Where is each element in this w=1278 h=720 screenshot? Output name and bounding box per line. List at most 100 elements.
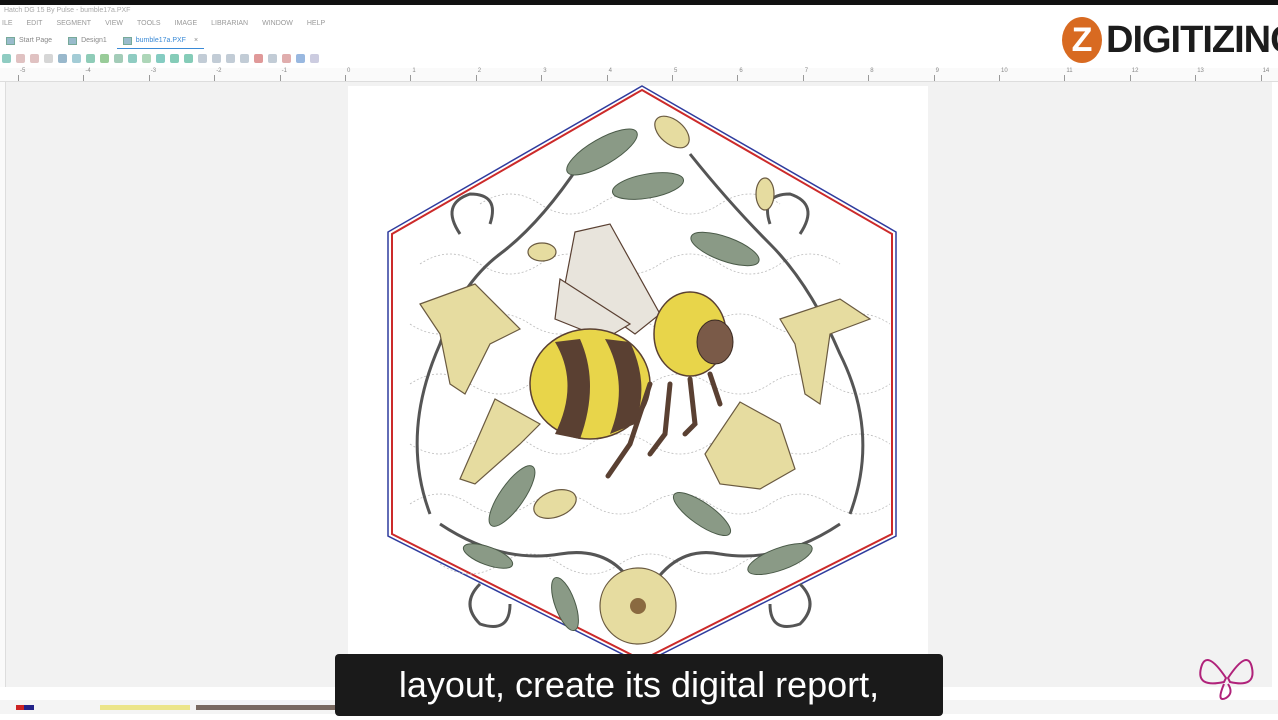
stitch-tool-icon[interactable] <box>240 53 249 63</box>
ruler-label: 7 <box>804 68 809 74</box>
menu-segment[interactable]: SEGMENT <box>56 17 91 31</box>
ruler-label: 8 <box>870 68 874 74</box>
color-swatch-blue[interactable] <box>24 705 34 710</box>
ruler-tick <box>214 75 216 81</box>
grid-icon[interactable] <box>86 53 95 63</box>
ruler-tick <box>279 75 281 81</box>
grid-icon[interactable] <box>296 53 305 63</box>
select-tool-icon[interactable] <box>2 53 11 63</box>
tab-label: Design1 <box>81 37 107 44</box>
menu-file[interactable]: ILE <box>2 17 13 31</box>
ruler-tick <box>83 75 85 81</box>
pointer-icon[interactable] <box>30 53 39 63</box>
ruler-label: 11 <box>1066 68 1073 74</box>
document-icon <box>68 37 78 45</box>
menu-view[interactable]: VIEW <box>105 17 123 31</box>
ruler-tick <box>672 75 673 81</box>
pointer-icon[interactable] <box>16 53 25 63</box>
ruler-tick <box>148 75 150 81</box>
ruler-tick <box>737 75 739 81</box>
ruler-tick <box>1129 75 1131 81</box>
menu-edit[interactable]: EDIT <box>27 17 43 31</box>
ruler-tick <box>1064 75 1066 81</box>
toolbar <box>0 51 319 65</box>
ruler-label: 14 <box>1262 68 1270 74</box>
bee <box>529 223 734 479</box>
document-tabs: Start Page Design1 bumble17a.PXF × <box>0 33 205 49</box>
tab-label: Start Page <box>19 37 53 44</box>
ruler-label: 9 <box>935 68 939 74</box>
butterfly-icon <box>1199 659 1254 700</box>
ruler-label: 2 <box>477 68 482 74</box>
ruler-tick <box>933 75 935 81</box>
menu-tools[interactable]: TOOLS <box>137 17 161 31</box>
ruler-tick <box>410 75 412 81</box>
menu-librarian[interactable]: LIBRARIAN <box>211 17 248 31</box>
zdigitizing-logo: Z DIGITIZING <box>1062 14 1278 66</box>
tab-design1[interactable]: Design1 <box>62 33 113 49</box>
menu-bar: ILE EDIT SEGMENT VIEW TOOLS IMAGE LIBRAR… <box>0 17 325 31</box>
ruler-tick <box>541 75 543 81</box>
view-icon[interactable] <box>72 53 81 63</box>
ruler-tick <box>802 75 804 81</box>
color-swatch-brown[interactable] <box>196 705 336 710</box>
video-caption: layout, create its digital report, <box>335 654 943 716</box>
rotate-icon[interactable] <box>170 53 179 63</box>
ruler-label: 1 <box>412 68 416 74</box>
ruler-tick <box>18 75 19 81</box>
color-swatch-yellow[interactable] <box>100 705 190 710</box>
bee-head <box>696 319 734 365</box>
color-tool-icon[interactable] <box>254 53 263 63</box>
zoom-icon[interactable] <box>58 53 67 63</box>
flower-center <box>630 598 646 614</box>
ruler-label: -3 <box>150 68 157 74</box>
ruler-tick <box>1260 75 1262 81</box>
ruler-tick <box>868 75 870 81</box>
fill-icon[interactable] <box>100 53 109 63</box>
ruler-label: -1 <box>281 68 287 74</box>
ruler-label: -2 <box>216 68 222 74</box>
embroidery-design[interactable] <box>380 84 900 664</box>
stitch-tool-icon[interactable] <box>268 53 277 63</box>
grid-icon[interactable] <box>142 53 151 63</box>
stitch-tool-icon[interactable] <box>212 53 221 63</box>
close-icon[interactable]: × <box>194 33 198 49</box>
ruler-tick <box>1195 75 1197 81</box>
color-swatch-red[interactable] <box>16 705 24 710</box>
window-title: Hatch DG 15 By Pulse - bumble17a.PXF <box>4 7 131 14</box>
heart-icon[interactable] <box>114 53 123 63</box>
ruler-label: -4 <box>85 68 91 74</box>
tab-start-page[interactable]: Start Page <box>0 33 58 49</box>
stitch-tool-icon[interactable] <box>226 53 235 63</box>
ruler-label: 12 <box>1131 68 1139 74</box>
ruler-label: -5 <box>20 68 26 74</box>
ruler-tick <box>999 75 1000 81</box>
ruler-label: 4 <box>608 68 612 74</box>
grid-icon[interactable] <box>310 53 319 63</box>
ruler-label: 13 <box>1197 68 1204 74</box>
ruler-tick <box>475 75 477 81</box>
menu-image[interactable]: IMAGE <box>175 17 198 31</box>
stitch-tool-icon[interactable] <box>198 53 207 63</box>
menu-window[interactable]: WINDOW <box>262 17 293 31</box>
rotate-icon[interactable] <box>184 53 193 63</box>
document-icon <box>122 36 132 45</box>
ruler-tick <box>345 75 346 81</box>
tab-bumble17a[interactable]: bumble17a.PXF × <box>116 33 205 49</box>
ruler-label: 5 <box>674 68 678 74</box>
ruler-tick <box>606 75 608 81</box>
logo-badge: Z <box>1062 17 1102 63</box>
tab-label: bumble17a.PXF <box>135 36 186 44</box>
horizontal-ruler: -5 -4 -3 -2 -1 0 1 2 3 4 5 6 7 8 9 10 11 12 13 14 <box>0 68 1278 82</box>
transform-icon[interactable] <box>156 53 165 63</box>
menu-help[interactable]: HELP <box>307 17 325 31</box>
ruler-label: 10 <box>1001 68 1008 74</box>
logo-text: DIGITIZING <box>1106 18 1278 61</box>
ruler-label: 6 <box>739 68 743 74</box>
ruler-label: 0 <box>347 68 351 74</box>
ruler-label: 3 <box>543 68 547 74</box>
save-icon[interactable] <box>44 53 53 63</box>
color-tool-icon[interactable] <box>282 53 291 63</box>
document-icon <box>6 37 15 45</box>
crop-icon[interactable] <box>128 53 137 63</box>
